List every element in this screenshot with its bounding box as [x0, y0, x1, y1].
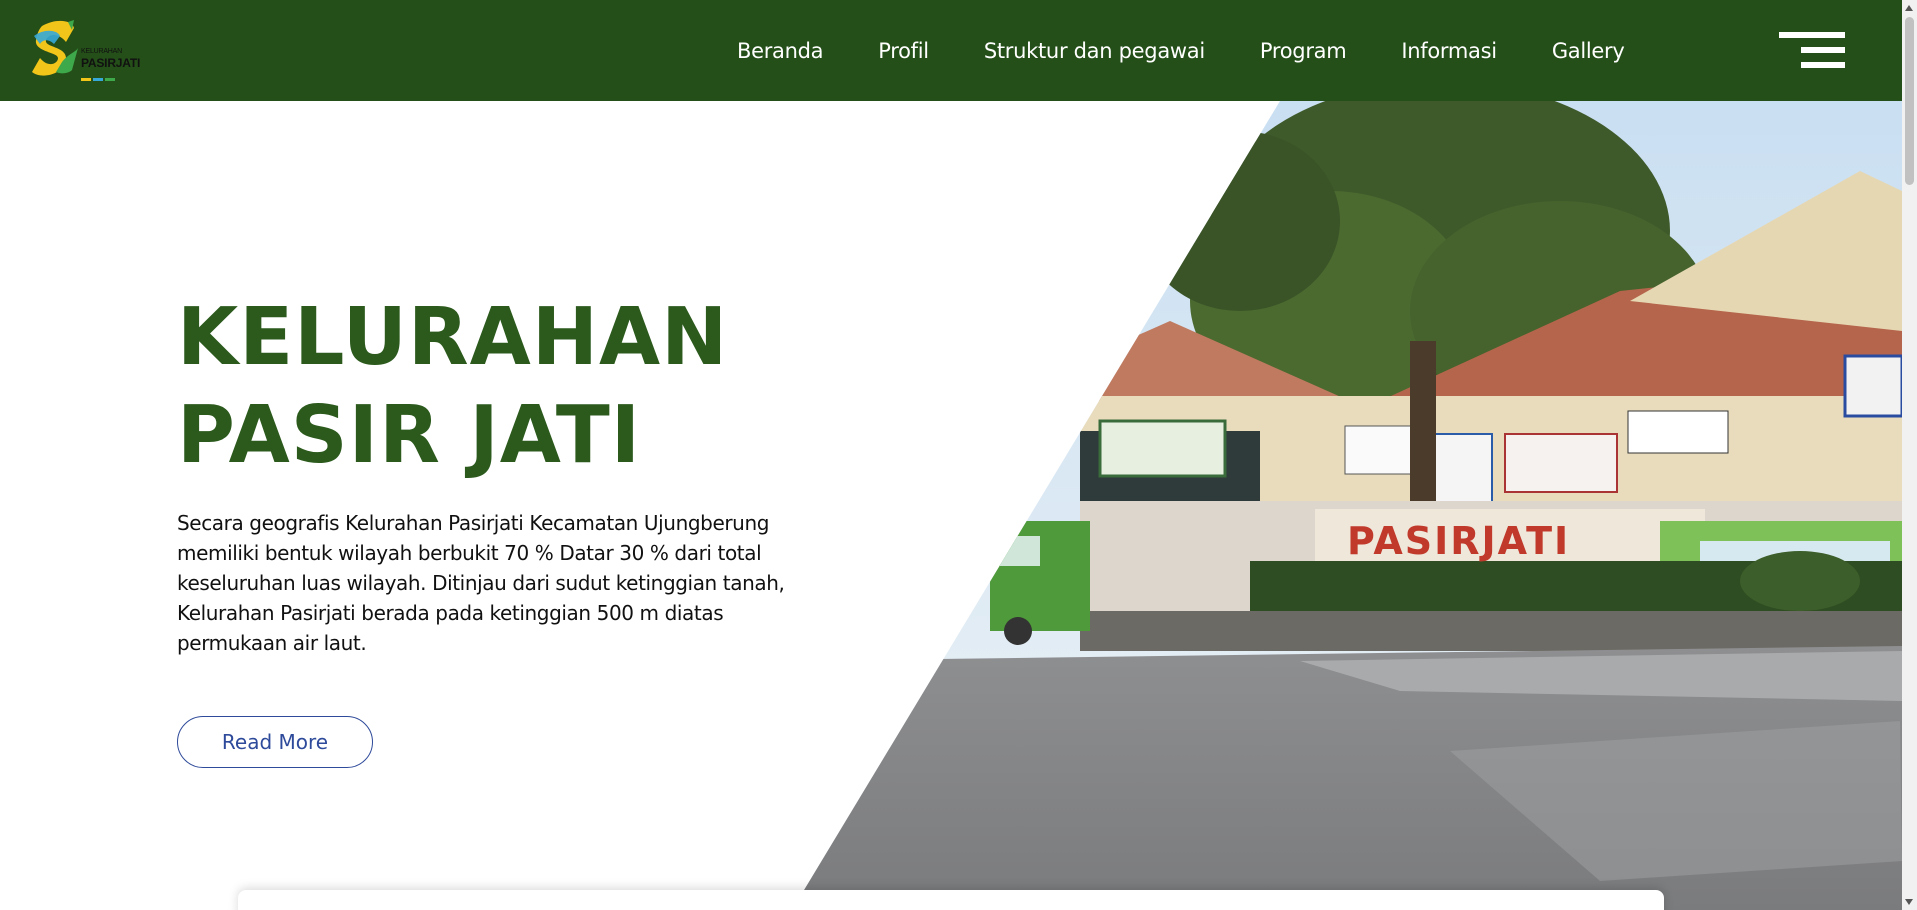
hero-description: Secara geografis Kelurahan Pasirjati Kec…: [177, 511, 785, 655]
hero-title-line-1: KELURAHAN: [177, 291, 729, 383]
logo-text: KELURAHAN PASIRJATI: [81, 48, 140, 69]
page-scrollbar[interactable]: [1902, 0, 1917, 910]
hamburger-icon-bar-bottom: [1801, 62, 1845, 68]
bottom-content-card: [238, 890, 1664, 910]
scroll-down-arrow-icon[interactable]: [1905, 899, 1913, 905]
nav-link-struktur[interactable]: Struktur dan pegawai: [984, 39, 1205, 63]
nav-link-program[interactable]: Program: [1260, 39, 1347, 63]
photo-sign-pasirjati: PASIRJATI: [1347, 519, 1570, 563]
read-more-button[interactable]: Read More: [177, 716, 373, 768]
nav-link-gallery[interactable]: Gallery: [1552, 39, 1625, 63]
nav-link-informasi[interactable]: Informasi: [1401, 39, 1497, 63]
logo-line-1: KELURAHAN: [81, 48, 122, 55]
scroll-thumb[interactable]: [1905, 17, 1914, 185]
main-nav: Beranda Profil Struktur dan pegawai Prog…: [737, 0, 1680, 101]
scroll-up-arrow-icon[interactable]: [1905, 5, 1913, 11]
kelurahan-logo[interactable]: KELURAHAN PASIRJATI: [28, 18, 140, 86]
hero-photo-kantor-kelurahan: PASIRJATI: [792, 101, 1902, 910]
hero-title-line-2: PASIR JATI: [177, 389, 642, 481]
hamburger-menu-button[interactable]: [1779, 32, 1845, 68]
hero-title: KELURAHAN PASIR JATI: [177, 288, 728, 484]
nav-link-profil[interactable]: Profil: [878, 39, 929, 63]
nav-link-beranda[interactable]: Beranda: [737, 39, 824, 63]
hamburger-icon-bar-top: [1779, 32, 1845, 38]
hamburger-icon-bar-mid: [1801, 47, 1845, 53]
top-navbar: KELURAHAN PASIRJATI Beranda Profil Struk…: [0, 0, 1902, 101]
logo-line-2: PASIRJATI: [81, 56, 141, 70]
